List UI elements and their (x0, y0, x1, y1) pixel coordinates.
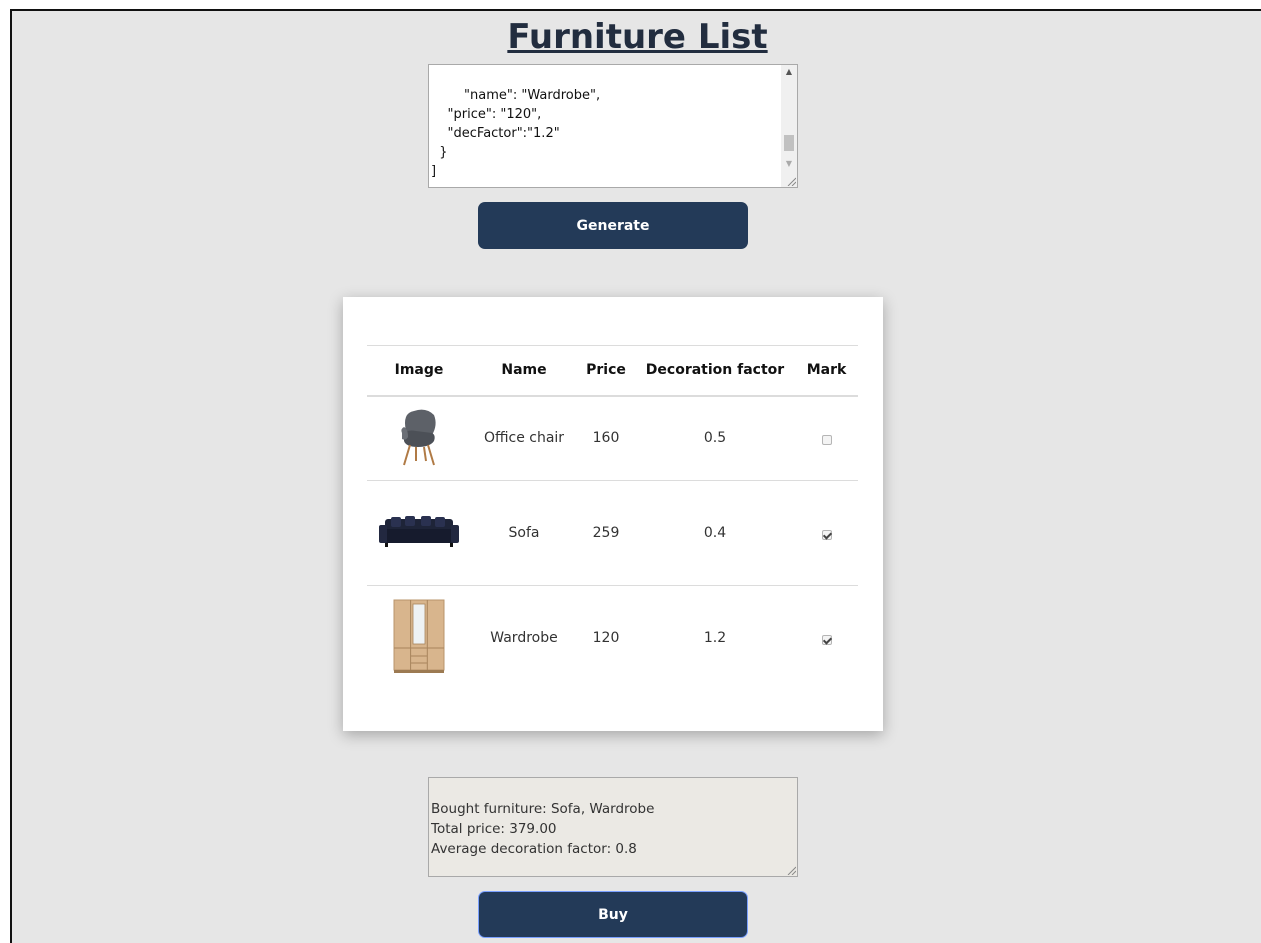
json-input-textarea[interactable]: "name": "Wardrobe", "price": "120", "dec… (428, 64, 798, 188)
row-decoration-factor: 0.4 (635, 480, 795, 586)
mark-checkbox[interactable] (821, 530, 832, 540)
furniture-table-card: Image Name Price Decoration factor Mark (343, 297, 883, 731)
table-header-row: Image Name Price Decoration factor Mark (367, 345, 858, 397)
json-input-scrollbar[interactable]: ▲ ▼ (781, 65, 797, 187)
row-name: Wardrobe (490, 630, 558, 647)
result-textarea[interactable]: Bought furniture: Sofa, Wardrobe Total p… (428, 777, 798, 877)
column-header-mark: Mark (795, 345, 858, 397)
page-container: Furniture List "name": "Wardrobe", "pric… (10, 9, 1261, 943)
row-price: 120 (592, 630, 620, 647)
column-header-name: Name (471, 345, 577, 397)
column-header-price: Price (577, 345, 635, 397)
table-row: Sofa 259 0.4 (367, 480, 858, 586)
table-row: Wardrobe 120 1.2 (367, 586, 858, 691)
image-cell (367, 395, 471, 481)
row-decoration-factor: 1.2 (703, 630, 727, 647)
scroll-up-arrow-icon[interactable]: ▲ (781, 65, 797, 79)
result-text: Bought furniture: Sofa, Wardrobe Total p… (431, 801, 655, 857)
row-price: 259 (577, 480, 635, 586)
mark-cell (795, 395, 858, 481)
row-name: Office chair (471, 395, 577, 481)
buy-button[interactable]: Buy (478, 891, 748, 938)
generate-button[interactable]: Generate (478, 202, 748, 249)
resize-grip-icon[interactable] (786, 176, 796, 186)
mark-cell (795, 586, 858, 691)
resize-grip-icon[interactable] (786, 865, 796, 875)
row-name: Sofa (471, 480, 577, 586)
mark-checkbox[interactable] (821, 435, 832, 446)
row-price: 160 (577, 395, 635, 481)
sofa-image (379, 516, 459, 547)
page-title: Furniture List (507, 17, 768, 57)
furniture-table: Image Name Price Decoration factor Mark (367, 345, 858, 691)
image-cell (367, 480, 471, 586)
scroll-thumb[interactable] (784, 135, 794, 151)
image-cell (367, 586, 471, 691)
mark-cell (795, 480, 858, 586)
armchair-image (401, 409, 436, 466)
mark-checkbox[interactable] (821, 635, 832, 646)
scroll-down-arrow-icon[interactable]: ▼ (781, 157, 797, 171)
table-row: Office chair 160 0.5 (367, 395, 858, 481)
column-header-decoration-factor: Decoration factor (635, 345, 795, 397)
row-decoration-factor: 0.5 (635, 395, 795, 481)
wardrobe-image (393, 599, 445, 674)
json-input-text: "name": "Wardrobe", "price": "120", "dec… (431, 88, 601, 179)
column-header-image: Image (367, 345, 471, 397)
